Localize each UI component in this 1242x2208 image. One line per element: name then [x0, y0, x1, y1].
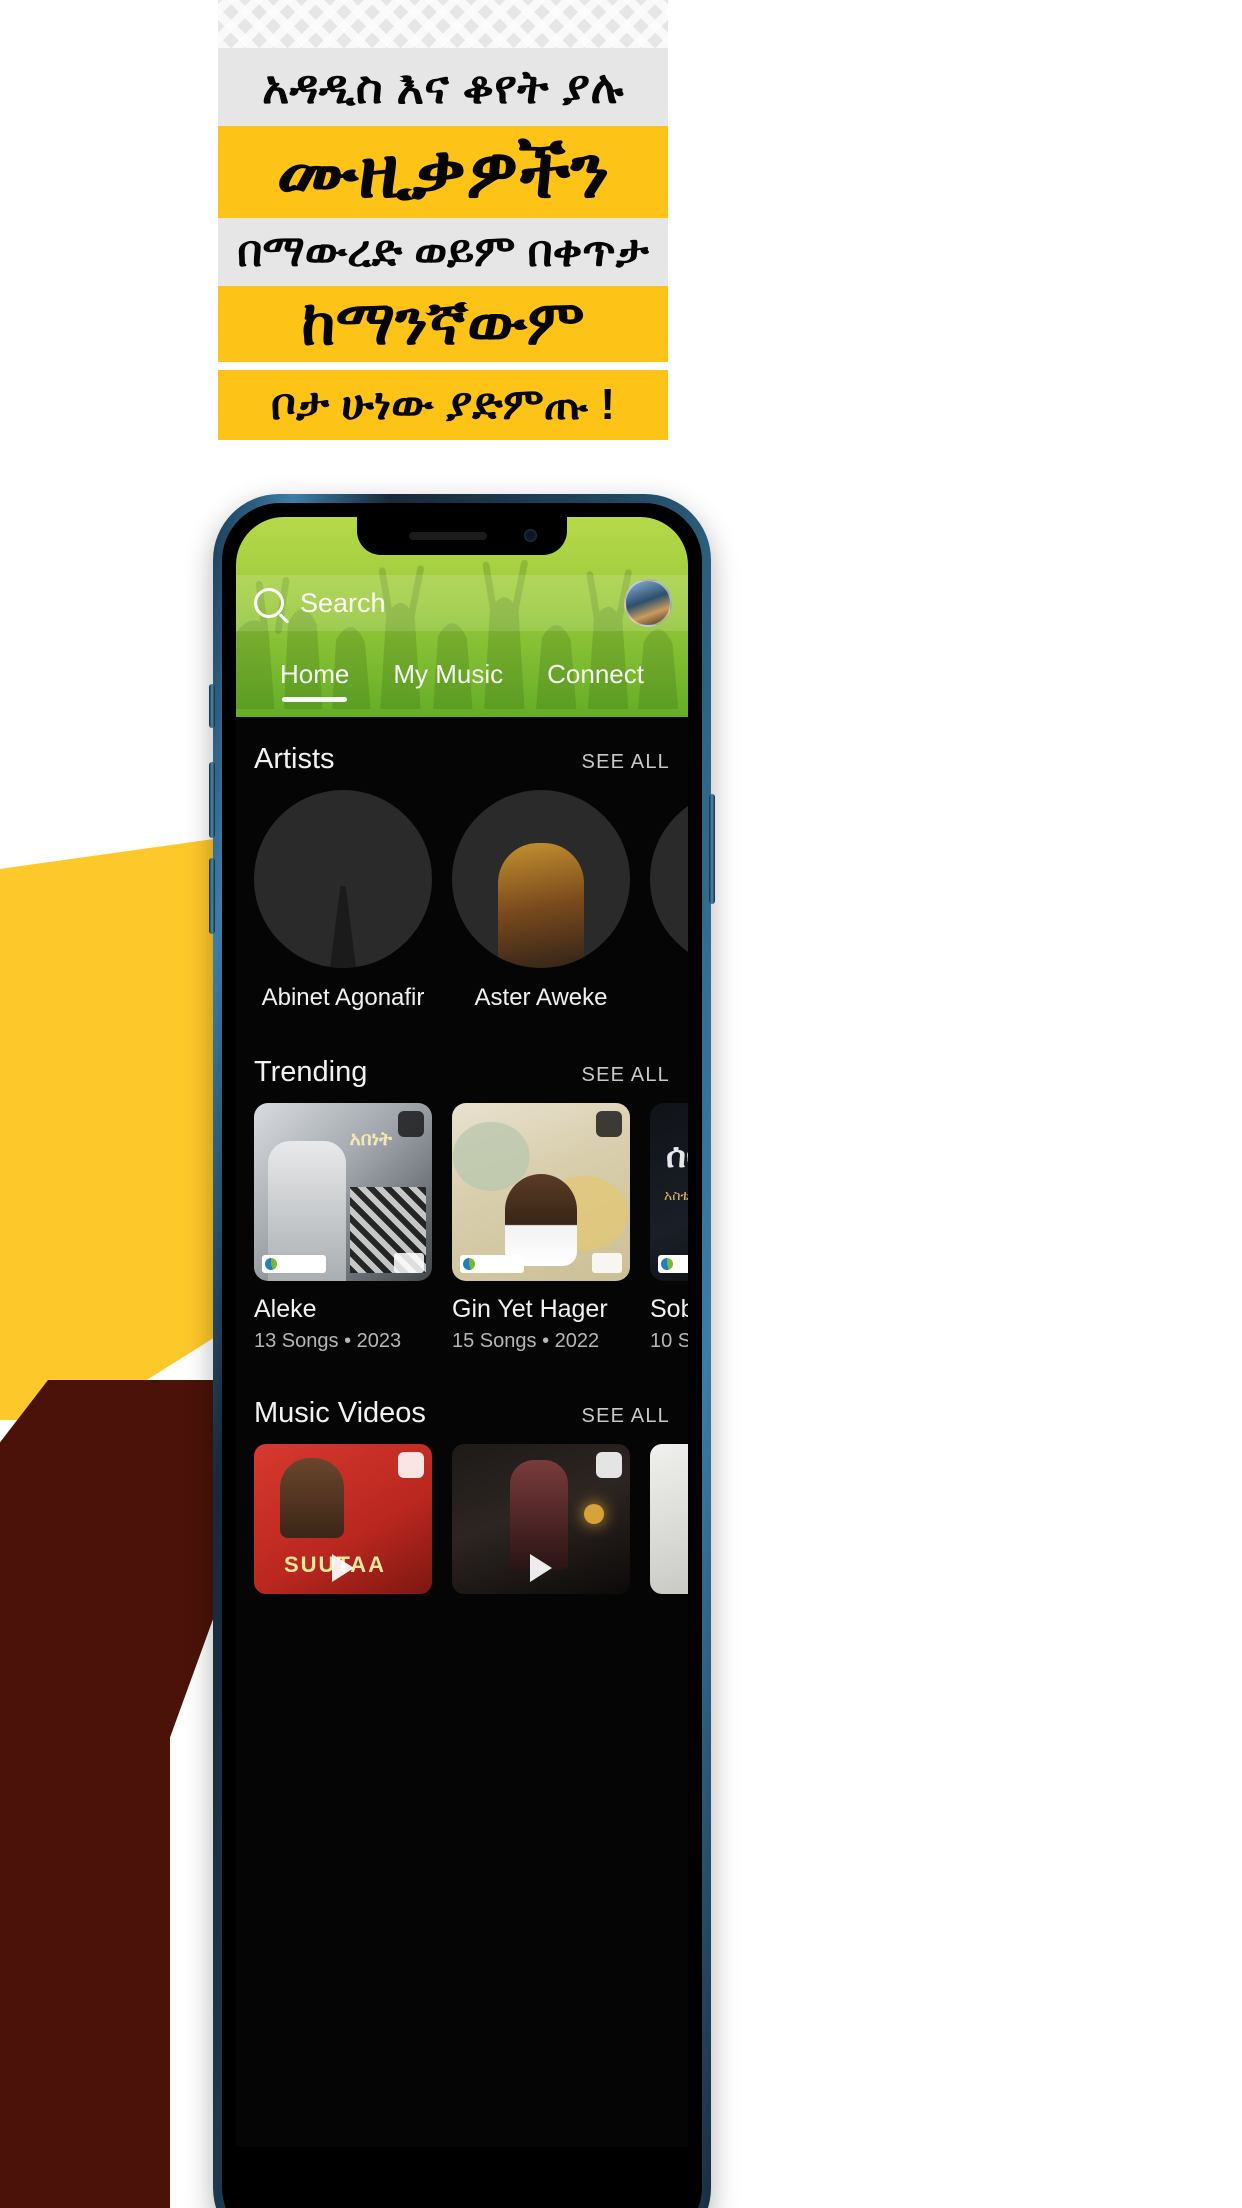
see-all-trending[interactable]: SEE ALL: [582, 1064, 670, 1087]
promo-line-4: ከማንኛውም: [218, 286, 668, 362]
play-icon[interactable]: [332, 1554, 354, 1582]
see-all-artists[interactable]: SEE ALL: [582, 751, 670, 774]
promo-gap: [218, 362, 668, 370]
video-card[interactable]: SUUTAA: [254, 1444, 432, 1594]
promo-line-5: ቦታ ሁነው ያድምጡ !: [218, 370, 668, 440]
tab-my-music[interactable]: My Music: [393, 659, 503, 704]
phone-mute-switch[interactable]: [209, 684, 215, 728]
section-title-trending: Trending: [254, 1056, 368, 1088]
app-watermark-icon: [398, 1452, 424, 1478]
promo-line-2: ሙዚቃዎችን: [218, 126, 668, 218]
phone-volume-up-button[interactable]: [209, 762, 215, 838]
video-card[interactable]: [452, 1444, 630, 1594]
app-watermark-icon: [398, 1111, 424, 1137]
phone-power-button[interactable]: [709, 794, 715, 904]
video-thumbnail: SUUTAA: [254, 1444, 432, 1594]
section-header-artists: Artists SEE ALL: [236, 717, 688, 790]
play-icon[interactable]: [530, 1554, 552, 1582]
album-title: Soba: [650, 1295, 688, 1323]
album-meta: 10 Songs • 2: [650, 1330, 688, 1352]
artist-name: Aster Aweke: [474, 984, 608, 1011]
partner-logo: [592, 1253, 622, 1273]
album-meta: 13 Songs • 2023: [254, 1330, 402, 1352]
ethio-telecom-logo: [658, 1255, 688, 1273]
tab-bar: Home My Music Connect: [236, 645, 688, 717]
app-watermark-icon: [596, 1452, 622, 1478]
promo-pattern-strip: [218, 0, 668, 48]
music-videos-carousel[interactable]: SUUTAA: [236, 1444, 688, 1594]
album-title: Aleke: [254, 1295, 317, 1323]
tab-home[interactable]: Home: [280, 659, 349, 704]
artist-name: Sityam: [650, 984, 688, 1012]
video-light: [584, 1504, 604, 1524]
phone-mockup: Search Home My Music Connect Artists SEE…: [209, 494, 715, 2208]
artist-card[interactable]: Aster Aweke: [452, 790, 630, 1012]
phone-volume-down-button[interactable]: [209, 858, 215, 934]
cover-figure: [505, 1174, 577, 1267]
phone-bezel: Search Home My Music Connect Artists SEE…: [222, 503, 702, 2208]
partner-logo: [394, 1253, 424, 1273]
album-cover: ሰባ አስቴር አወቀ: [650, 1103, 688, 1281]
video-thumbnail: [650, 1444, 688, 1594]
album-card[interactable]: አበነት Aleke 13 Songs • 2023: [254, 1103, 432, 1353]
app-watermark-icon: [596, 1111, 622, 1137]
section-title-artists: Artists: [254, 743, 335, 775]
phone-screen: Search Home My Music Connect Artists SEE…: [236, 517, 688, 2208]
album-meta: 15 Songs • 2022: [452, 1330, 600, 1352]
cover-title-text: አበነት: [349, 1129, 392, 1150]
trending-carousel[interactable]: አበነት Aleke 13 Songs • 2023 Gin Yet Hager…: [236, 1103, 688, 1353]
album-card[interactable]: Gin Yet Hager 15 Songs • 2022: [452, 1103, 630, 1353]
section-header-music-videos: Music Videos SEE ALL: [236, 1353, 688, 1444]
album-cover: አበነት: [254, 1103, 432, 1281]
video-figure: [280, 1458, 344, 1538]
ethio-telecom-logo: [460, 1255, 524, 1273]
avatar[interactable]: [624, 579, 672, 627]
promo-banner: አዳዲስ እና ቆየት ያሉ ሙዚቃዎችን በማውረድ ወይም በቀጥታ ከማን…: [218, 0, 668, 440]
decor-maroon-block: [0, 1620, 170, 2208]
promo-line-1: አዳዲስ እና ቆየት ያሉ: [218, 48, 668, 126]
search-bar[interactable]: Search: [236, 575, 688, 631]
promo-line-3: በማውረድ ወይም በቀጥታ: [218, 218, 668, 286]
artist-photo: [452, 790, 630, 968]
cover-title-text: ሰባ: [666, 1137, 688, 1175]
artist-card[interactable]: Abinet Agonafir: [254, 790, 432, 1012]
phone-notch: [357, 517, 567, 555]
search-icon: [254, 588, 284, 618]
album-cover: [452, 1103, 630, 1281]
section-header-trending: Trending SEE ALL: [236, 1012, 688, 1103]
album-title: Gin Yet Hager: [452, 1295, 608, 1323]
artist-photo: [254, 790, 432, 968]
ethio-telecom-logo: [262, 1255, 326, 1273]
tab-connect[interactable]: Connect: [547, 659, 644, 704]
cover-subtitle-text: አስቴር አወቀ: [664, 1187, 688, 1203]
artists-carousel[interactable]: Abinet Agonafir Aster Aweke Sityam: [236, 790, 688, 1012]
artist-photo: [650, 790, 688, 968]
search-input[interactable]: Search: [300, 588, 386, 619]
artist-card[interactable]: Sityam: [650, 790, 688, 1012]
app-content: Artists SEE ALL Abinet Agonafir Aster Aw…: [236, 717, 688, 2147]
video-thumbnail: [452, 1444, 630, 1594]
album-card[interactable]: ሰባ አስቴር አወቀ Soba 10 Songs • 2: [650, 1103, 688, 1353]
earpiece-speaker: [409, 532, 487, 540]
see-all-music-videos[interactable]: SEE ALL: [582, 1405, 670, 1428]
front-camera: [524, 529, 537, 542]
artist-name: Abinet Agonafir: [261, 984, 425, 1011]
section-title-music-videos: Music Videos: [254, 1397, 426, 1429]
video-card[interactable]: [650, 1444, 688, 1594]
screenshot-root: አዳዲስ እና ቆየት ያሉ ሙዚቃዎችን በማውረድ ወይም በቀጥታ ከማን…: [0, 0, 1242, 2208]
